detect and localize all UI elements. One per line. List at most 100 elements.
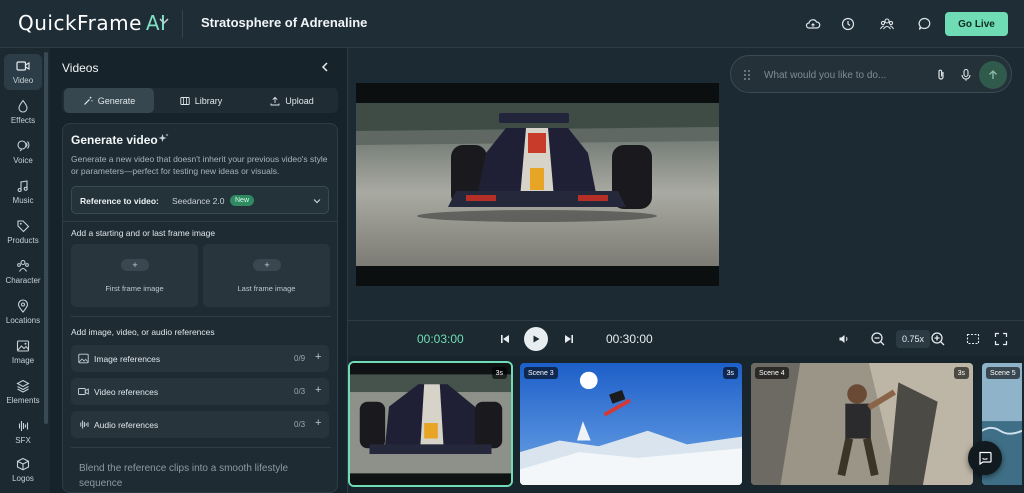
tab-upload[interactable]: Upload bbox=[248, 88, 336, 113]
tab-label: Library bbox=[194, 95, 223, 106]
timeline-clip[interactable]: 3s bbox=[348, 361, 513, 487]
rail-item-character[interactable]: Character bbox=[4, 254, 42, 290]
skip-forward-icon bbox=[565, 335, 573, 343]
tab-generate[interactable]: Generate bbox=[64, 88, 154, 113]
total-time: 00:30:00 bbox=[606, 332, 653, 346]
volume-button[interactable] bbox=[836, 331, 852, 347]
ref-row-label: Audio references bbox=[94, 420, 159, 430]
image-references-row[interactable]: Image references 0/9 + bbox=[71, 345, 329, 372]
timeline-clip-scene-3[interactable]: Scene 3 3s bbox=[518, 361, 744, 487]
clip-scene-label: Scene 5 bbox=[986, 367, 1020, 379]
last-frame-dropzone[interactable]: + Last frame image bbox=[203, 244, 330, 307]
collaborators-icon[interactable] bbox=[877, 14, 897, 34]
fullscreen-button[interactable] bbox=[993, 331, 1009, 347]
rail-label: Character bbox=[5, 276, 41, 285]
send-button[interactable] bbox=[979, 61, 1007, 89]
rail-item-locations[interactable]: Locations bbox=[4, 294, 42, 330]
generate-title: Generate video bbox=[71, 133, 158, 147]
rail-item-video[interactable]: Video bbox=[4, 54, 42, 90]
ref-row-label: Image references bbox=[94, 354, 161, 364]
drag-handle-icon[interactable] bbox=[743, 69, 751, 81]
project-title[interactable]: Stratosphere of Adrenaline bbox=[201, 15, 367, 30]
snowboard-thumbnail bbox=[520, 363, 742, 485]
references-heading: Add image, video, or audio references bbox=[71, 327, 215, 337]
reference-value: Seedance 2.0 bbox=[172, 196, 225, 206]
cloud-upload-icon[interactable] bbox=[803, 14, 823, 34]
plus-icon: + bbox=[121, 259, 149, 271]
rail-item-products[interactable]: Products bbox=[4, 214, 42, 250]
assistant-prompt-input[interactable] bbox=[764, 67, 924, 83]
elements-icon bbox=[16, 379, 30, 393]
chat-icon[interactable] bbox=[915, 14, 935, 34]
video-tabs: Generate Library Upload bbox=[62, 88, 338, 113]
plus-icon[interactable]: + bbox=[315, 384, 321, 396]
ref-row-count: 0/9 bbox=[294, 354, 306, 363]
play-icon bbox=[533, 335, 540, 343]
prompt-textarea[interactable]: Blend the reference clips into a smooth … bbox=[79, 461, 319, 491]
play-button[interactable] bbox=[524, 327, 548, 351]
zoom-in-button[interactable] bbox=[930, 331, 946, 347]
rail-scrollbar[interactable] bbox=[44, 52, 48, 424]
plus-icon: + bbox=[253, 259, 281, 271]
video-icon bbox=[78, 388, 89, 395]
skip-forward-button[interactable] bbox=[561, 331, 577, 347]
skip-back-button[interactable] bbox=[497, 331, 513, 347]
plus-icon[interactable]: + bbox=[315, 351, 321, 363]
voice-icon bbox=[17, 140, 30, 152]
go-live-button[interactable]: Go Live bbox=[945, 12, 1008, 36]
rail-item-voice[interactable]: Voice bbox=[4, 134, 42, 170]
plus-icon[interactable]: + bbox=[315, 417, 321, 429]
rail-item-elements[interactable]: Elements bbox=[4, 374, 42, 410]
music-icon bbox=[17, 180, 28, 193]
panel-title: Videos bbox=[62, 61, 99, 75]
microphone-icon[interactable] bbox=[959, 68, 973, 82]
race-car-frame bbox=[356, 83, 719, 286]
clip-scene-label: Scene 4 bbox=[755, 367, 789, 379]
clip-duration: 3s bbox=[491, 367, 507, 379]
app-logo[interactable]: QuickFrame AI bbox=[18, 11, 166, 35]
tab-library[interactable]: Library bbox=[156, 88, 246, 113]
rail-item-effects[interactable]: Effects bbox=[4, 94, 42, 130]
climber-thumbnail bbox=[751, 363, 973, 485]
top-bar: QuickFrame AI Stratosphere of Adrenaline … bbox=[0, 0, 1024, 48]
image-icon bbox=[78, 353, 89, 364]
skip-back-icon bbox=[501, 335, 509, 343]
ref-row-count: 0/3 bbox=[294, 387, 306, 396]
selection-frame-icon bbox=[966, 333, 980, 345]
location-pin-icon bbox=[17, 299, 29, 313]
history-icon[interactable] bbox=[838, 14, 858, 34]
attachment-icon[interactable] bbox=[934, 68, 948, 82]
reference-model-select[interactable]: Reference to video: Seedance 2.0 New bbox=[71, 186, 329, 214]
zoom-level: 0.75x bbox=[896, 330, 930, 348]
rail-item-music[interactable]: Music bbox=[4, 174, 42, 210]
rail-item-logos[interactable]: Logos bbox=[4, 452, 42, 488]
ref-row-label: Video references bbox=[94, 387, 159, 397]
message-icon bbox=[979, 451, 992, 466]
rail-label: Locations bbox=[5, 316, 41, 325]
rail-label: Voice bbox=[13, 156, 33, 165]
arrow-up-icon bbox=[989, 70, 997, 79]
zoom-out-button[interactable] bbox=[870, 331, 886, 347]
zoom-in-icon bbox=[931, 332, 945, 346]
timeline: 3s Scene 3 3s Scene 4 3s Scene 5 bbox=[348, 356, 1024, 493]
race-car-thumbnail bbox=[350, 363, 511, 485]
audio-references-row[interactable]: Audio references 0/3 + bbox=[71, 411, 329, 438]
fit-selection-button[interactable] bbox=[965, 331, 981, 347]
timeline-clip-scene-4[interactable]: Scene 4 3s bbox=[749, 361, 975, 487]
rail-item-sfx[interactable]: SFX bbox=[4, 414, 42, 450]
chevron-down-icon[interactable] bbox=[157, 14, 171, 28]
zoom-out-icon bbox=[871, 332, 885, 346]
cube-icon bbox=[16, 457, 30, 471]
chevron-down-icon bbox=[313, 199, 321, 204]
tag-icon bbox=[17, 220, 30, 233]
chevron-left-icon[interactable] bbox=[318, 60, 332, 74]
rail-item-image[interactable]: Image bbox=[4, 334, 42, 370]
generate-video-card: Generate video Generate a new video that… bbox=[62, 123, 338, 493]
video-preview[interactable] bbox=[356, 83, 719, 286]
clip-scene-label: Scene 3 bbox=[524, 367, 558, 379]
first-frame-dropzone[interactable]: + First frame image bbox=[71, 244, 198, 307]
divider bbox=[71, 316, 331, 317]
video-references-row[interactable]: Video references 0/3 + bbox=[71, 378, 329, 405]
tab-label: Upload bbox=[285, 95, 314, 106]
support-chat-button[interactable] bbox=[968, 441, 1002, 475]
